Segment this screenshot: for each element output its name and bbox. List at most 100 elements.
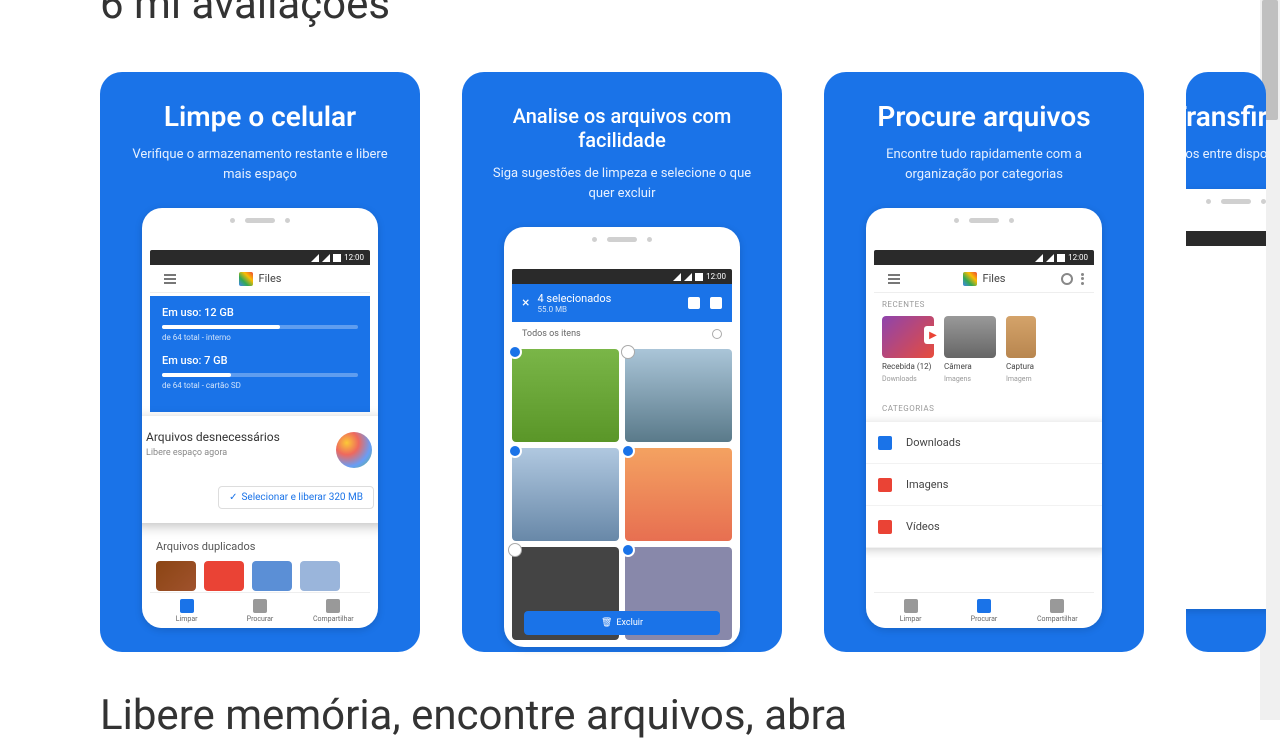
signal-icon (1046, 254, 1054, 262)
nav-clean: Limpar (874, 593, 947, 628)
wifi-icon (673, 273, 681, 281)
card-title: Analise os arquivos com facilidade (480, 104, 764, 152)
selection-bar: × 4 selecionados 55.0 MB (512, 284, 732, 322)
file-grid (512, 349, 732, 640)
signal-icon (684, 273, 692, 281)
check-icon (508, 444, 522, 458)
recent-item: Captura Imagem (1006, 316, 1036, 383)
screenshot-card-4[interactable]: Transfira Transfira arquivos entre dispo… (1186, 72, 1266, 652)
app-title: Files (259, 272, 282, 285)
download-icon (878, 436, 892, 450)
battery-icon (333, 254, 341, 262)
card-title: Limpe o celular (164, 100, 356, 133)
card-title: Procure arquivos (877, 100, 1090, 133)
category-images: Imagens (866, 464, 1102, 506)
grid-thumb (625, 448, 732, 541)
card-subtitle: Transfira arquivos entre dispositivos se… (1186, 145, 1266, 165)
card-subtitle: Verifique o armazenamento restante e lib… (130, 145, 390, 184)
app-logo-icon (963, 272, 977, 286)
recent-label: RECENTES (882, 300, 925, 309)
share-icon (1050, 599, 1064, 613)
storage-panel: Em uso: 12 GB de 64 total - interno Em u… (150, 296, 370, 412)
hamburger-icon (888, 274, 900, 284)
recent-item: ▶ Recebida (12) Downloads (882, 316, 934, 383)
phone-sensors (230, 218, 290, 223)
phone-mockup: 12:00 Files RECENTES ▶ Recebida (12) Dow… (866, 208, 1102, 628)
nav-share: Compartilhar (297, 593, 370, 628)
grid-thumb (512, 448, 619, 541)
phone-mockup: 12:00 Files Em uso: 12 GB de 64 total - … (142, 208, 378, 628)
share-icon (326, 599, 340, 613)
image-icon (878, 478, 892, 492)
check-icon (621, 444, 635, 458)
search-icon (1061, 273, 1073, 285)
check-icon (621, 543, 635, 557)
dup-thumb (300, 561, 340, 591)
nav-clean: Limpar (150, 593, 223, 628)
recent-item: Câmera Imagens (944, 316, 996, 383)
wifi-icon (1035, 254, 1043, 262)
close-icon: × (522, 295, 529, 311)
category-videos: Vídeos (866, 506, 1102, 548)
clean-icon (180, 599, 194, 613)
categories-card: Downloads Imagens Vídeos (866, 422, 1102, 548)
select-all-icon (712, 329, 722, 339)
app-logo-icon (239, 272, 253, 286)
status-bar: 12:00 (874, 250, 1094, 265)
phone-sensors (592, 237, 652, 242)
hamburger-icon (164, 274, 176, 284)
wifi-icon (311, 254, 319, 262)
check-icon (508, 543, 522, 557)
phone-mockup: 12:00 × 4 selecionados 55.0 MB Todos os … (504, 227, 740, 647)
nav-browse: Procurar (947, 593, 1020, 628)
grid-thumb (512, 349, 619, 442)
screenshots-gallery[interactable]: Limpe o celular Verifique o armazenament… (100, 72, 1266, 652)
browse-icon (253, 599, 267, 613)
video-icon (878, 520, 892, 534)
card-subtitle: Siga sugestões de limpeza e selecione o … (492, 164, 752, 203)
nav-browse: Procurar (223, 593, 296, 628)
description-heading: Libere memória, encontre arquivos, abra (100, 691, 847, 740)
card-subtitle: Encontre tudo rapidamente com a organiza… (854, 145, 1114, 184)
battery-icon (1057, 254, 1065, 262)
share-icon (688, 297, 700, 309)
category-downloads: Downloads (866, 422, 1102, 464)
dup-thumb (252, 561, 292, 591)
bottom-nav: Limpar Procurar Compartilhar (150, 592, 370, 628)
status-bar (1186, 231, 1266, 246)
screenshot-card-1[interactable]: Limpe o celular Verifique o armazenament… (100, 72, 420, 652)
battery-icon (695, 273, 703, 281)
app-bar: Files (874, 265, 1094, 293)
select-icon: ✓ (229, 492, 237, 503)
duplicates-section: Arquivos duplicados (156, 540, 364, 591)
screenshot-card-3[interactable]: Procure arquivos Encontre tudo rapidamen… (824, 72, 1144, 652)
dup-thumb (156, 561, 196, 591)
check-icon (621, 345, 635, 359)
storage-sd: Em uso: 7 GB de 64 total - cartão SD (162, 354, 358, 390)
screenshot-card-2[interactable]: Analise os arquivos com facilidade Siga … (462, 72, 782, 652)
phone-mockup (1186, 189, 1266, 609)
status-bar: 12:00 (512, 269, 732, 284)
clean-icon (904, 599, 918, 613)
cleanup-icon (336, 432, 372, 468)
filter-bar: Todos os itens (512, 322, 732, 346)
nav-share: Compartilhar (1021, 593, 1094, 628)
app-title: Files (983, 272, 1006, 285)
more-icon (1081, 273, 1084, 285)
dup-thumb (204, 561, 244, 591)
categories-label: CATEGORIAS (882, 404, 934, 413)
grid-thumb (625, 349, 732, 442)
delete-button: 🗑 Excluir (524, 611, 720, 635)
status-bar: 12:00 (150, 250, 370, 265)
app-bar: Files (150, 265, 370, 293)
check-icon (508, 345, 522, 359)
phone-sensors (954, 218, 1014, 223)
bottom-nav: Limpar Procurar Compartilhar (874, 592, 1094, 628)
recent-row: ▶ Recebida (12) Downloads Câmera Imagens… (882, 316, 1094, 383)
clock: 12:00 (1068, 253, 1088, 262)
junk-files-card: Arquivos desnecessários Libere espaço ag… (142, 416, 378, 523)
browse-icon (977, 599, 991, 613)
card-title: Transfira (1186, 100, 1266, 133)
free-space-button: ✓ Selecionar e liberar 320 MB (218, 486, 374, 509)
signal-icon (322, 254, 330, 262)
